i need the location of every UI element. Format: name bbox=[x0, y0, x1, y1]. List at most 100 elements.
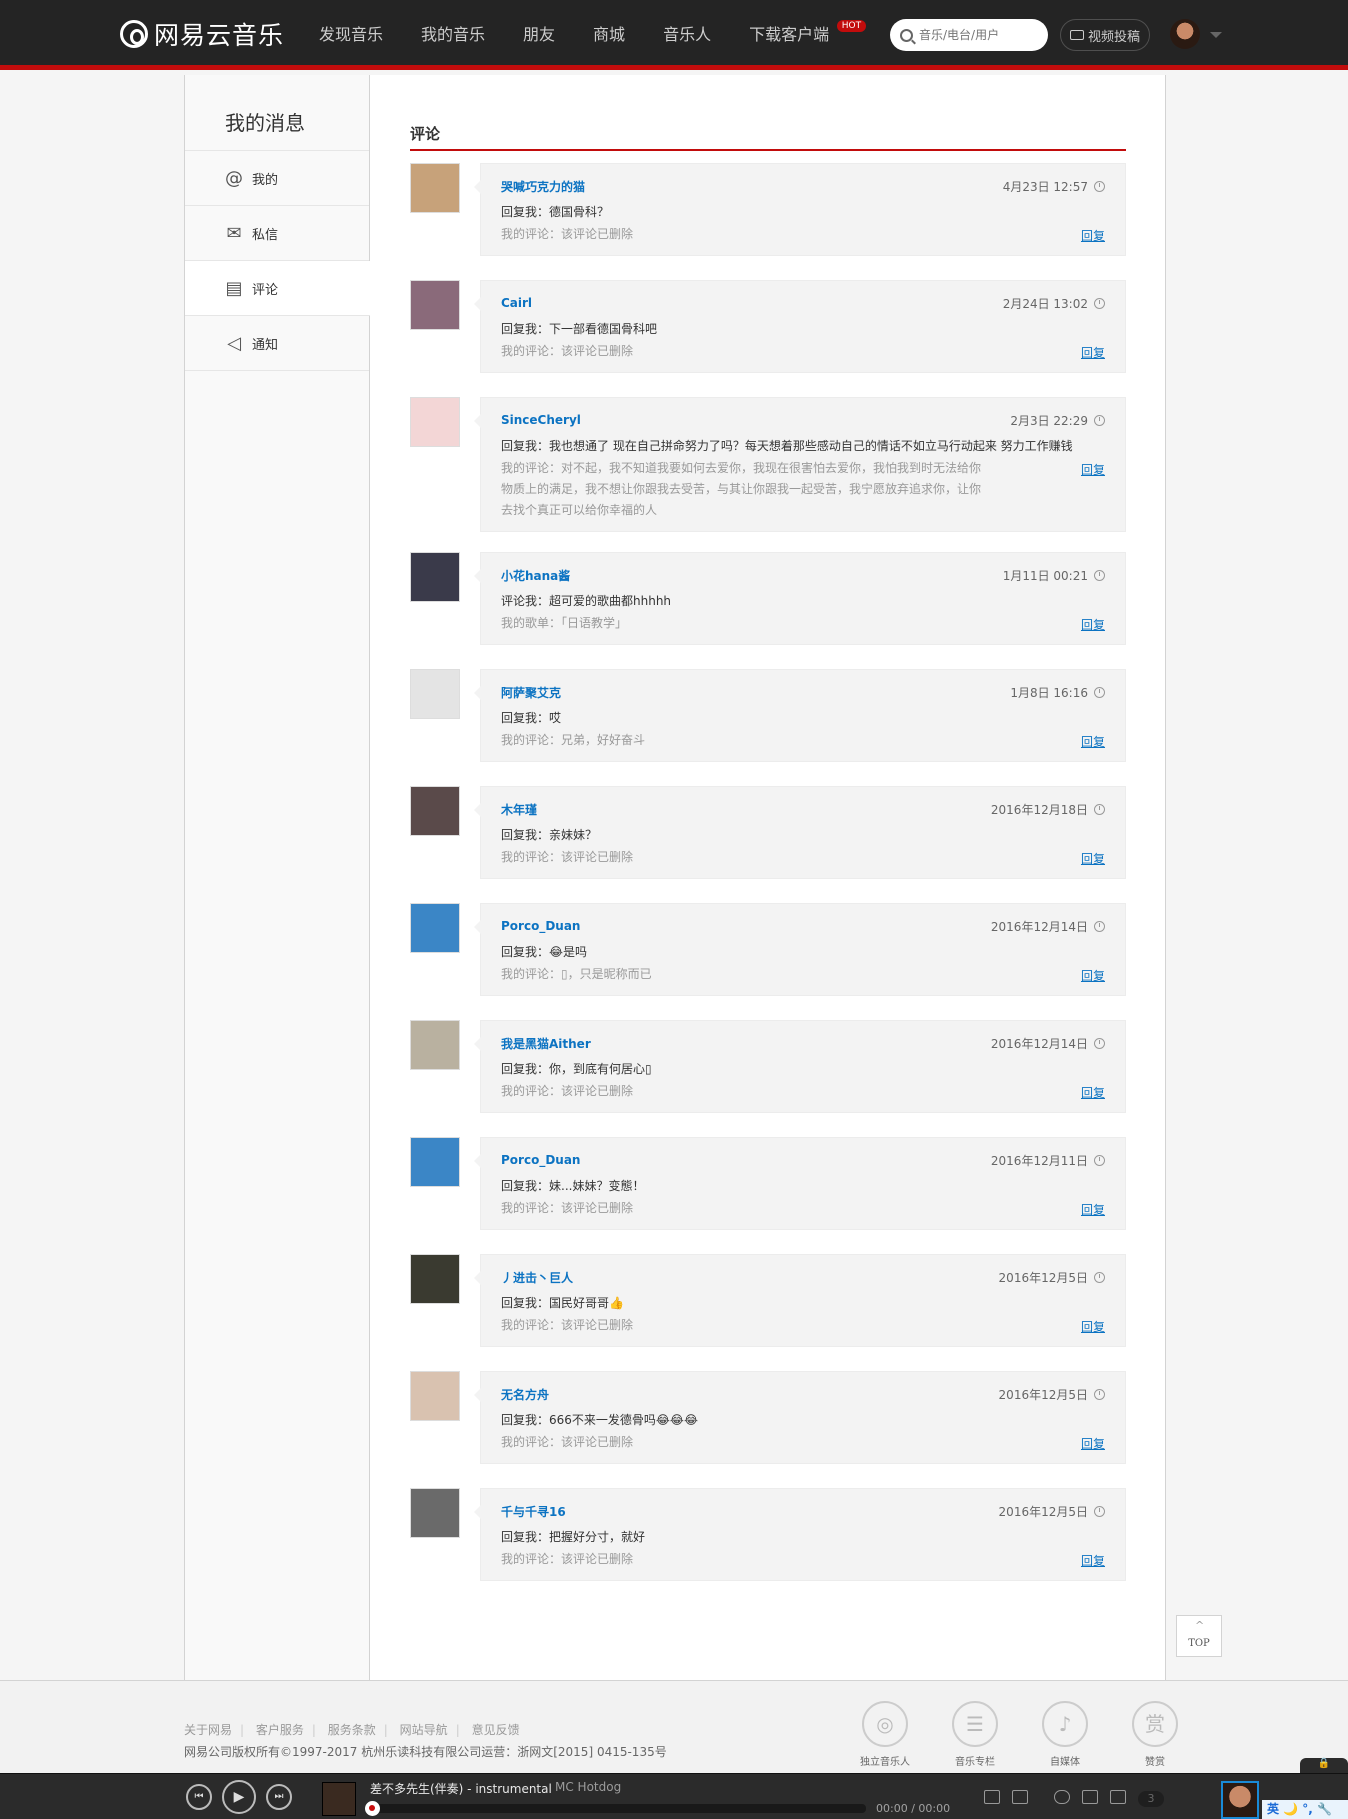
my-comment-quote[interactable]: 我的评论：该评论已删除 bbox=[501, 1081, 991, 1102]
my-comment-quote[interactable]: 我的评论：兄弟，好好奋斗 bbox=[501, 730, 991, 751]
footer-link-sitemap[interactable]: 网站导航 bbox=[400, 1723, 448, 1737]
video-upload-button[interactable]: 视频投稿 bbox=[1060, 19, 1150, 51]
footer-badge-media[interactable]: ♪ 自媒体 bbox=[1020, 1701, 1110, 1768]
sender-avatar[interactable] bbox=[410, 1137, 460, 1187]
footer-badge-indie-musician[interactable]: ◎ 独立音乐人 bbox=[840, 1701, 930, 1768]
album-cover[interactable] bbox=[322, 1782, 356, 1816]
my-comment-quote[interactable]: 我的评论：▯，只是昵称而已 bbox=[501, 964, 991, 985]
loop-icon[interactable] bbox=[1082, 1790, 1098, 1804]
previous-icon[interactable]: ⏮ bbox=[186, 1784, 212, 1810]
sender-name[interactable]: 我是黑猫Aither bbox=[501, 1035, 591, 1052]
reply-button[interactable]: 回复 bbox=[1081, 733, 1105, 750]
page-title: 评论 bbox=[410, 75, 1126, 151]
footer-link-terms[interactable]: 服务条款 bbox=[328, 1723, 376, 1737]
progress-bar[interactable] bbox=[365, 1801, 866, 1816]
sender-name[interactable]: 小花hana酱 bbox=[501, 567, 570, 584]
sender-avatar[interactable] bbox=[410, 280, 460, 330]
sender-avatar[interactable] bbox=[410, 669, 460, 719]
sender-avatar[interactable] bbox=[410, 1254, 460, 1304]
search-box[interactable] bbox=[890, 19, 1048, 51]
reply-button[interactable]: 回复 bbox=[1081, 1435, 1105, 1452]
footer-badge-reward[interactable]: 赏 赞赏 bbox=[1110, 1701, 1200, 1768]
nav-musician[interactable]: 音乐人 bbox=[644, 0, 730, 70]
my-comment-quote[interactable]: 我的评论：该评论已删除 bbox=[501, 1198, 991, 1219]
footer-link-feedback[interactable]: 意见反馈 bbox=[472, 1723, 520, 1737]
ime-toolbar[interactable]: 英 🌙 °, 🔧 bbox=[1262, 1800, 1348, 1819]
add-to-playlist-icon[interactable] bbox=[984, 1790, 1000, 1804]
envelope-icon: ✉ bbox=[226, 222, 242, 244]
footer-links: 关于网易 | 客户服务 | 服务条款 | 网站导航 | 意见反馈 bbox=[184, 1723, 520, 1737]
song-title[interactable]: 差不多先生(伴奏) - instrumental bbox=[370, 1780, 552, 1797]
sidebar-item-private-messages[interactable]: ✉ 私信 bbox=[185, 206, 369, 261]
message-item: 丿进击丶巨人 2016年12月5日 回复我：国民好哥哥👍 我的评论：该评论已删除 回复 bbox=[410, 1254, 1126, 1351]
reply-button[interactable]: 回复 bbox=[1081, 461, 1105, 478]
song-artist[interactable]: MC Hotdog bbox=[555, 1780, 621, 1794]
nav-store[interactable]: 商城 bbox=[574, 0, 644, 70]
sender-avatar[interactable] bbox=[410, 786, 460, 836]
search-input[interactable] bbox=[919, 28, 1039, 42]
taskbar-avatar[interactable] bbox=[1221, 1781, 1259, 1819]
playlist-icon[interactable] bbox=[1110, 1790, 1126, 1804]
nav-discover[interactable]: 发现音乐 bbox=[300, 0, 402, 70]
message-time-text: 2016年12月5日 bbox=[998, 1387, 1088, 1402]
share-icon[interactable] bbox=[1012, 1790, 1028, 1804]
reply-button[interactable]: 回复 bbox=[1081, 850, 1105, 867]
logo[interactable]: 网易云音乐 bbox=[120, 16, 284, 52]
player-lock-icon[interactable]: 🔒 bbox=[1300, 1758, 1348, 1774]
my-comment-quote[interactable]: 我的评论：该评论已删除 bbox=[501, 847, 991, 868]
reply-button[interactable]: 回复 bbox=[1081, 227, 1105, 244]
sender-name[interactable]: 丿进击丶巨人 bbox=[501, 1269, 573, 1286]
my-comment-quote[interactable]: 我的评论：该评论已删除 bbox=[501, 1549, 991, 1570]
at-icon: @ bbox=[225, 167, 243, 189]
back-to-top-button[interactable]: TOP bbox=[1176, 1615, 1222, 1657]
next-icon[interactable]: ⏭ bbox=[266, 1784, 292, 1810]
sender-avatar[interactable] bbox=[410, 1371, 460, 1421]
nav-my-music[interactable]: 我的音乐 bbox=[402, 0, 504, 70]
sidebar-item-comments[interactable]: ▤ 评论 bbox=[185, 261, 370, 316]
reply-button[interactable]: 回复 bbox=[1081, 1318, 1105, 1335]
sender-name[interactable]: 木年瑾 bbox=[501, 801, 537, 818]
sender-name[interactable]: Porco_Duan bbox=[501, 1153, 580, 1167]
reply-button[interactable]: 回复 bbox=[1081, 1552, 1105, 1569]
sidebar-item-mentions[interactable]: @ 我的 bbox=[185, 151, 369, 206]
sender-name[interactable]: 哭喊巧克力的猫 bbox=[501, 178, 585, 195]
reply-button[interactable]: 回复 bbox=[1081, 616, 1105, 633]
sender-avatar[interactable] bbox=[410, 552, 460, 602]
footer-link-about[interactable]: 关于网易 bbox=[184, 1723, 232, 1737]
message-item: Cairl 2月24日 13:02 回复我：下一部看德国骨科吧 我的评论：该评论已删除… bbox=[410, 280, 1126, 377]
sender-name[interactable]: 千与千寻16 bbox=[501, 1503, 566, 1520]
chevron-down-icon[interactable] bbox=[1210, 32, 1222, 38]
user-avatar[interactable] bbox=[1170, 19, 1200, 49]
sender-name[interactable]: Porco_Duan bbox=[501, 919, 580, 933]
sender-avatar[interactable] bbox=[410, 163, 460, 213]
nav-friends[interactable]: 朋友 bbox=[504, 0, 574, 70]
my-comment-quote[interactable]: 我的评论：该评论已删除 bbox=[501, 341, 991, 362]
my-comment-quote[interactable]: 我的评论：该评论已删除 bbox=[501, 1315, 991, 1336]
sidebar-item-notifications[interactable]: ◁ 通知 bbox=[185, 316, 369, 371]
footer-badge-music-column[interactable]: ☰ 音乐专栏 bbox=[930, 1701, 1020, 1768]
my-comment-quote[interactable]: 我的评论：对不起，我不知道我要如何去爱你，我现在很害怕去爱你，我怕我到时无法给你… bbox=[501, 458, 991, 521]
sender-avatar[interactable] bbox=[410, 1488, 460, 1538]
my-comment-quote[interactable]: 我的评论：该评论已删除 bbox=[501, 224, 991, 245]
reply-button[interactable]: 回复 bbox=[1081, 967, 1105, 984]
footer-link-service[interactable]: 客户服务 bbox=[256, 1723, 304, 1737]
playlist-count[interactable]: 3 bbox=[1138, 1791, 1164, 1807]
play-icon[interactable]: ▶ bbox=[222, 1780, 256, 1814]
sender-name[interactable]: 无名方舟 bbox=[501, 1386, 549, 1403]
sender-avatar[interactable] bbox=[410, 903, 460, 953]
reply-button[interactable]: 回复 bbox=[1081, 1201, 1105, 1218]
volume-icon[interactable] bbox=[1054, 1790, 1070, 1804]
sender-avatar[interactable] bbox=[410, 397, 460, 447]
my-comment-quote[interactable]: 我的评论：该评论已删除 bbox=[501, 1432, 991, 1453]
sender-avatar[interactable] bbox=[410, 1020, 460, 1070]
sender-name[interactable]: SinceCheryl bbox=[501, 413, 581, 427]
reply-button[interactable]: 回复 bbox=[1081, 1084, 1105, 1101]
sender-name[interactable]: Cairl bbox=[501, 296, 532, 310]
reply-button[interactable]: 回复 bbox=[1081, 344, 1105, 361]
reply-text: 回复我：国民好哥哥👍 bbox=[501, 1296, 624, 1310]
my-comment-quote[interactable]: 我的歌单：「日语教学」 bbox=[501, 613, 991, 634]
sender-name[interactable]: 阿萨聚艾克 bbox=[501, 684, 561, 701]
message-item: 无名方舟 2016年12月5日 回复我：666不来一发德骨吗😂😂😂 我的评论：该评论已… bbox=[410, 1371, 1126, 1468]
progress-knob[interactable] bbox=[365, 1801, 380, 1816]
nav-download[interactable]: 下载客户端 HOT bbox=[730, 0, 867, 70]
